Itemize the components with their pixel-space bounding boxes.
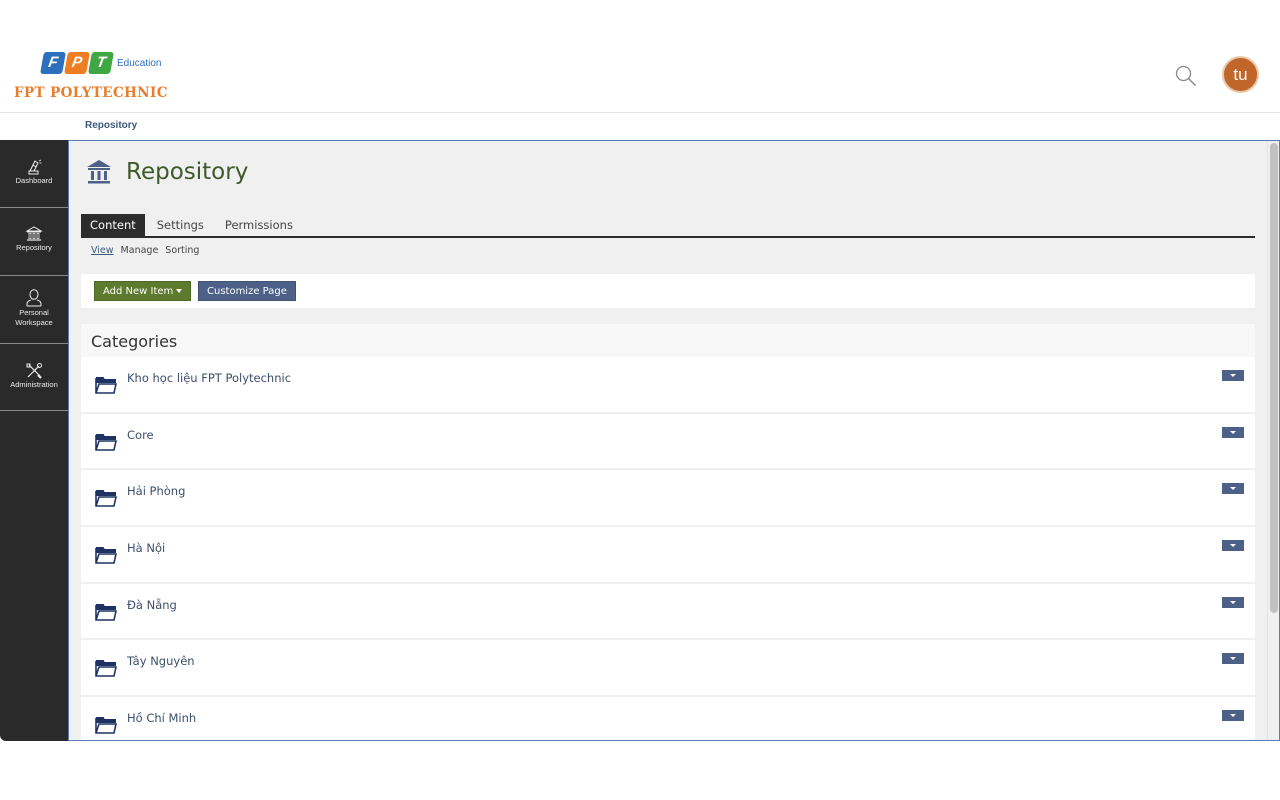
add-new-item-button[interactable]: Add New Item: [94, 281, 192, 301]
page-header: Repository: [85, 158, 248, 186]
content-frame: Repository Content Settings Permissions …: [68, 140, 1280, 741]
bank-icon: [87, 160, 111, 184]
category-row[interactable]: Kho học liệu FPT Polytechnic: [81, 357, 1255, 414]
category-actions-dropdown[interactable]: [1222, 596, 1244, 608]
folder-open-icon[interactable]: [95, 603, 117, 621]
tab-content[interactable]: Content: [81, 214, 145, 236]
folder-open-icon[interactable]: [95, 716, 117, 734]
fpt-logo-mark: F P T: [40, 52, 114, 74]
category-name[interactable]: Hồ Chí Minh: [127, 711, 196, 725]
tab-settings[interactable]: Settings: [148, 214, 213, 236]
category-row[interactable]: Đà Nẵng: [81, 583, 1255, 641]
sidebar-item-label: Dashboard: [15, 176, 53, 185]
category-actions-dropdown[interactable]: [1222, 710, 1244, 722]
sidebar-item-label-line1: Personal: [19, 308, 49, 317]
category-row[interactable]: Hải Phòng: [81, 470, 1255, 528]
toolbar: Add New Item Customize Page: [81, 274, 1255, 308]
subtab-view[interactable]: View: [91, 245, 114, 256]
sidebar-item-personal-workspace[interactable]: Personal Workspace: [0, 276, 68, 344]
category-name[interactable]: Tây Nguyên: [127, 654, 195, 668]
add-new-item-label: Add New Item: [103, 286, 174, 297]
subtab-manage[interactable]: Manage: [121, 245, 159, 256]
tools-icon: [26, 363, 42, 379]
sidebar-item-dashboard[interactable]: Dashboard: [0, 140, 68, 208]
fpt-polytechnic-logo[interactable]: F P T Education FPT POLYTECHNIC: [14, 52, 184, 104]
category-actions-dropdown[interactable]: [1222, 653, 1244, 665]
sidebar-item-label-line2: Workspace: [15, 318, 53, 327]
folder-open-icon[interactable]: [95, 546, 117, 564]
breadcrumb[interactable]: Repository: [85, 120, 137, 131]
tab-permissions[interactable]: Permissions: [216, 214, 302, 236]
bank-icon: [25, 226, 43, 241]
caret-down-icon: [176, 289, 183, 293]
subtab-sorting[interactable]: Sorting: [165, 245, 199, 256]
category-name[interactable]: Hà Nội: [127, 541, 165, 555]
logo-letter-f: F: [40, 52, 66, 74]
sidebar-item-administration[interactable]: Administration: [0, 344, 68, 411]
sidebar-item-label: Repository: [16, 243, 52, 252]
logo-tagline: Education: [117, 58, 162, 69]
category-row[interactable]: Hà Nội: [81, 527, 1255, 584]
category-row[interactable]: Hồ Chí Minh: [81, 697, 1255, 740]
folder-open-icon[interactable]: [95, 433, 117, 451]
user-icon: [26, 289, 42, 307]
categories-panel: Categories Kho học liệu FPT Polytechnic …: [81, 324, 1255, 740]
logo-letter-t: T: [88, 52, 114, 74]
logo-letter-p: P: [64, 52, 90, 74]
folder-open-icon[interactable]: [95, 489, 117, 508]
category-actions-dropdown[interactable]: [1222, 426, 1244, 438]
folder-open-icon[interactable]: [95, 659, 117, 678]
scrollbar-thumb[interactable]: [1270, 143, 1278, 613]
logo-brand-text: FPT POLYTECHNIC: [14, 85, 168, 101]
category-actions-dropdown[interactable]: [1222, 483, 1244, 495]
search-icon: [1175, 65, 1196, 86]
category-actions-dropdown[interactable]: [1222, 540, 1244, 552]
folder-open-icon[interactable]: [95, 376, 117, 394]
category-row[interactable]: Tây Nguyên: [81, 640, 1255, 698]
categories-heading: Categories: [81, 324, 1255, 357]
sidebar: Dashboard Repository Personal Workspace …: [0, 140, 68, 741]
subtab-bar: View Manage Sorting: [91, 245, 199, 256]
category-name[interactable]: Kho học liệu FPT Polytechnic: [127, 371, 291, 385]
sidebar-item-repository[interactable]: Repository: [0, 208, 68, 276]
category-row[interactable]: Core: [81, 413, 1255, 471]
top-header: F P T Education FPT POLYTECHNIC tu: [0, 0, 1280, 113]
dashboard-icon: [28, 159, 42, 175]
user-avatar[interactable]: tu: [1222, 56, 1259, 93]
scrollbar[interactable]: [1267, 141, 1279, 740]
sidebar-item-label: Administration: [10, 380, 58, 389]
search-button[interactable]: [1174, 64, 1198, 88]
category-name[interactable]: Đà Nẵng: [127, 598, 177, 612]
tab-bar: Content Settings Permissions: [81, 214, 1255, 238]
category-name[interactable]: Core: [127, 428, 154, 442]
category-name[interactable]: Hải Phòng: [127, 484, 185, 498]
category-actions-dropdown[interactable]: [1222, 370, 1244, 381]
page-title: Repository: [126, 159, 249, 185]
categories-list: Kho học liệu FPT Polytechnic Core Hải Ph…: [81, 357, 1255, 740]
customize-page-button[interactable]: Customize Page: [198, 281, 296, 301]
